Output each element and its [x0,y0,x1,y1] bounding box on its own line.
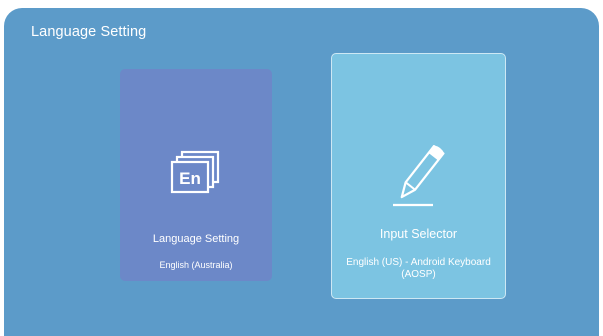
page-title: Language Setting [31,24,147,40]
language-setting-label: Language Setting [152,233,240,245]
language-en-icon: En [120,149,272,201]
input-selector-card[interactable]: Input Selector English (US) - Android Ke… [331,53,506,299]
input-selector-value: English (US) - Android Keyboard (AOSP) [346,257,491,280]
language-icon-text: En [179,169,201,188]
input-selector-label: Input Selector [379,227,458,241]
pencil-icon [332,145,505,207]
settings-screen: Language Setting En Language Setting Eng… [4,8,599,336]
language-setting-card[interactable]: En Language Setting English (Australia) [120,69,272,281]
language-setting-value: English (Australia) [159,260,233,270]
